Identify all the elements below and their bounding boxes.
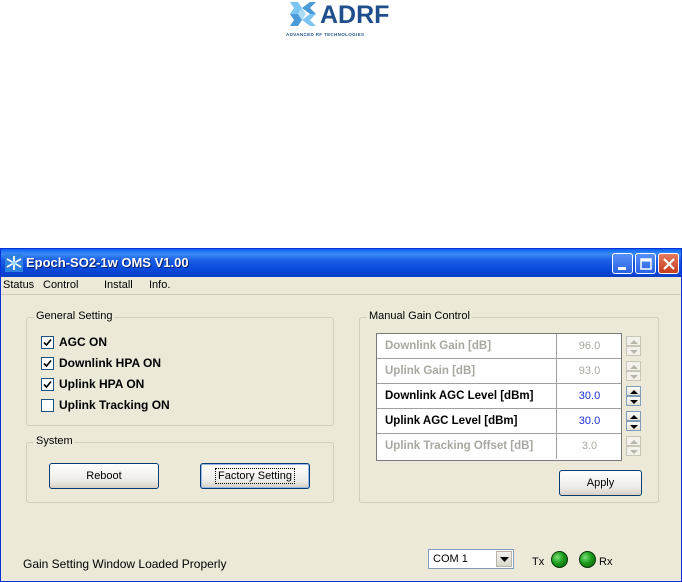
system-group: System Reboot Factory Setting — [26, 435, 334, 503]
gain-row-uplink-gain: Uplink Gain [dB] 93.0 — [377, 359, 621, 384]
logo-wordmark: ADRF — [320, 1, 390, 29]
logo-tagline: ADVANCED RF TECHNOLOGIES — [286, 32, 365, 37]
manual-gain-title: Manual Gain Control — [367, 310, 472, 322]
manual-gain-group: Manual Gain Control Downlink Gain [dB] 9… — [359, 310, 659, 503]
tracking-offset-spinner[interactable] — [626, 436, 641, 456]
uplink-hpa-label: Uplink HPA ON — [59, 377, 145, 391]
minimize-icon — [618, 267, 626, 270]
gain-row-downlink-agc: Downlink AGC Level [dBm] 30.0 — [377, 384, 621, 409]
agc-on-label: AGC ON — [59, 335, 107, 349]
rx-label: Rx — [599, 556, 613, 568]
adrf-logo-mark-icon — [290, 2, 316, 26]
maximize-icon — [640, 258, 652, 270]
adrf-logo: ADRF ADVANCED RF TECHNOLOGIES — [280, 0, 404, 44]
spin-up-icon[interactable] — [626, 336, 641, 346]
status-message: Gain Setting Window Loaded Properly — [23, 557, 227, 571]
uplink-tracking-label: Uplink Tracking ON — [59, 398, 170, 412]
general-setting-group: General Setting AGC ON Downlink HPA ON U… — [26, 310, 334, 426]
spin-up-icon[interactable] — [626, 411, 641, 421]
checkbox-checked-icon[interactable] — [41, 336, 54, 349]
minimize-button[interactable] — [612, 253, 633, 274]
checkbox-unchecked-icon[interactable] — [41, 399, 54, 412]
title-bar[interactable]: Epoch-SO2-1w OMS V1.00 — [1, 249, 681, 277]
gain-table: Downlink Gain [dB] 96.0 Uplink Gain [dB]… — [376, 333, 622, 461]
tx-led-icon — [551, 551, 568, 568]
general-setting-title: General Setting — [34, 310, 115, 322]
gain-label: Uplink Gain [dB] — [377, 359, 557, 384]
menu-install[interactable]: Install — [104, 279, 133, 291]
spin-down-icon[interactable] — [626, 396, 641, 406]
com-port-value: COM 1 — [433, 553, 468, 565]
gain-label: Downlink AGC Level [dBm] — [377, 384, 557, 409]
rx-led-icon — [579, 551, 596, 568]
spin-down-icon[interactable] — [626, 446, 641, 456]
gain-value-field[interactable]: 30.0 — [558, 409, 621, 434]
spin-down-icon[interactable] — [626, 346, 641, 356]
close-button[interactable] — [658, 253, 679, 274]
spin-up-icon[interactable] — [626, 361, 641, 371]
gain-row-uplink-agc: Uplink AGC Level [dBm] 30.0 — [377, 409, 621, 434]
spin-up-icon[interactable] — [626, 436, 641, 446]
gain-value-field[interactable]: 96.0 — [558, 334, 621, 359]
gain-label: Uplink Tracking Offset [dB] — [377, 434, 557, 459]
apply-button[interactable]: Apply — [559, 470, 642, 496]
reboot-button[interactable]: Reboot — [49, 463, 159, 489]
dropdown-arrow-icon[interactable] — [496, 551, 512, 567]
downlink-hpa-label: Downlink HPA ON — [59, 356, 161, 370]
downlink-agc-spinner[interactable] — [626, 386, 641, 406]
close-icon — [663, 258, 675, 270]
gain-row-tracking-offset: Uplink Tracking Offset [dB] 3.0 — [377, 434, 621, 459]
window-title: Epoch-SO2-1w OMS V1.00 — [26, 255, 189, 270]
spin-down-icon[interactable] — [626, 421, 641, 431]
snowflake-app-icon — [5, 254, 23, 272]
gain-value-field[interactable]: 3.0 — [558, 434, 621, 459]
tx-label: Tx — [532, 556, 545, 568]
factory-setting-button[interactable]: Factory Setting — [200, 463, 310, 489]
checkbox-checked-icon[interactable] — [41, 357, 54, 370]
gain-label: Downlink Gain [dB] — [377, 334, 557, 359]
gain-label: Uplink AGC Level [dBm] — [377, 409, 557, 434]
com-port-select[interactable]: COM 1 — [428, 549, 514, 569]
uplink-agc-spinner[interactable] — [626, 411, 641, 431]
checkbox-checked-icon[interactable] — [41, 378, 54, 391]
maximize-button[interactable] — [635, 253, 656, 274]
gain-value-field[interactable]: 93.0 — [558, 359, 621, 384]
menu-status[interactable]: Status — [3, 279, 34, 291]
spin-down-icon[interactable] — [626, 371, 641, 381]
gain-row-downlink-gain: Downlink Gain [dB] 96.0 — [377, 334, 621, 359]
app-window: Epoch-SO2-1w OMS V1.00 Status Control In… — [0, 248, 682, 582]
menu-bar: Status Control Install Info. — [1, 277, 681, 295]
menu-control[interactable]: Control — [43, 279, 78, 291]
gain-value-field[interactable]: 30.0 — [558, 384, 621, 409]
menu-info[interactable]: Info. — [149, 279, 170, 291]
system-title: System — [34, 435, 75, 447]
factory-setting-label: Factory Setting — [215, 468, 295, 484]
spin-up-icon[interactable] — [626, 386, 641, 396]
downlink-gain-spinner[interactable] — [626, 336, 641, 356]
uplink-gain-spinner[interactable] — [626, 361, 641, 381]
